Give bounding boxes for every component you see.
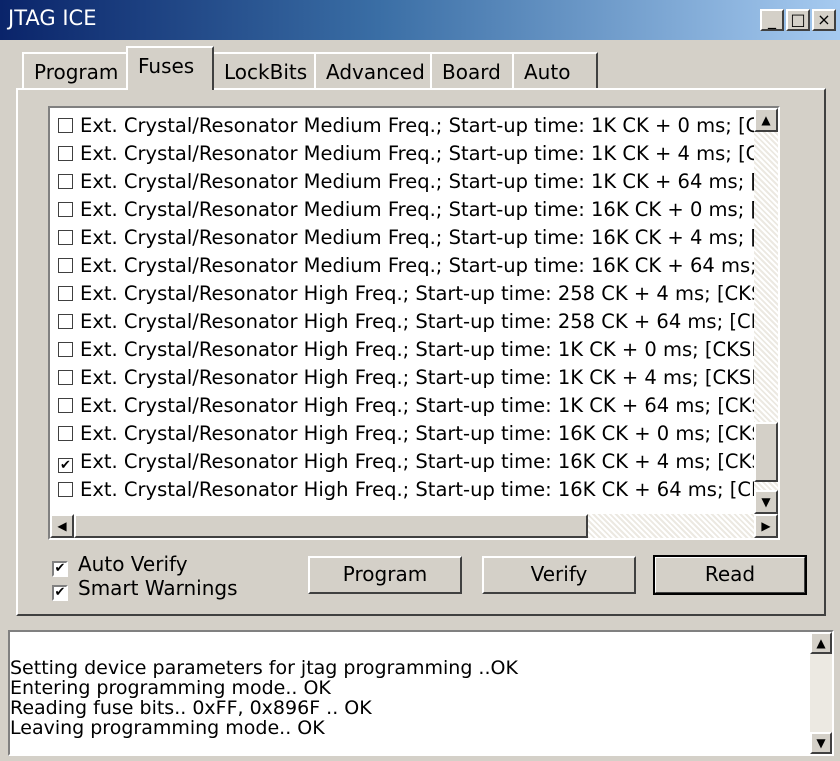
log-line: Entering programming mode.. OK <box>10 677 331 699</box>
fuse-checkbox[interactable] <box>58 314 73 329</box>
fuse-list-item[interactable]: Ext. Crystal/Resonator Medium Freq.; Sta… <box>58 168 758 196</box>
smart-warnings-option[interactable]: ✔ Smart Warnings <box>52 576 238 601</box>
vertical-scroll-thumb[interactable] <box>754 422 778 482</box>
fuse-checkbox[interactable] <box>58 426 73 441</box>
fuse-checkbox[interactable] <box>58 398 73 413</box>
verify-button[interactable]: Verify <box>482 556 636 594</box>
fuse-checkbox[interactable] <box>58 342 73 357</box>
fuse-list-item[interactable]: Ext. Crystal/Resonator High Freq.; Start… <box>58 308 763 336</box>
fuse-label: Ext. Crystal/Resonator Medium Freq.; Sta… <box>80 170 759 193</box>
fuse-checkbox[interactable] <box>58 482 73 497</box>
auto-verify-checkbox[interactable]: ✔ <box>52 561 68 577</box>
fuse-label: Ext. Crystal/Resonator Medium Freq.; Sta… <box>80 142 760 165</box>
tab-label: Board <box>442 60 501 84</box>
jtag-ice-window: JTAG ICE _ □ × Program Fuses LockBits Ad… <box>0 0 840 761</box>
fuse-label: Ext. Crystal/Resonator High Freq.; Start… <box>80 338 764 361</box>
tab-advanced[interactable]: Advanced <box>314 52 432 88</box>
fuse-list[interactable]: Ext. Crystal/Resonator Medium Freq.; Sta… <box>48 106 780 540</box>
read-button[interactable]: Read <box>653 555 807 595</box>
scroll-left-arrow-icon[interactable]: ◀ <box>50 514 74 538</box>
fuse-checkbox[interactable] <box>58 174 73 189</box>
title-bar[interactable]: JTAG ICE _ □ × <box>0 0 840 40</box>
fuse-list-item[interactable]: ✔ Ext. Crystal/Resonator High Freq.; Star… <box>58 448 764 476</box>
tab-label: Fuses <box>138 54 195 78</box>
fuse-label: Ext. Crystal/Resonator Medium Freq.; Sta… <box>80 114 760 137</box>
horizontal-scroll-thumb[interactable] <box>74 514 588 538</box>
fuse-checkbox[interactable] <box>58 258 73 273</box>
fuse-checkbox[interactable] <box>58 118 73 133</box>
fuse-label: Ext. Crystal/Resonator Medium Freq.; Sta… <box>80 198 759 221</box>
tab-lockbits[interactable]: LockBits <box>212 52 316 88</box>
fuse-checkbox[interactable] <box>58 202 73 217</box>
log-vertical-scrollbar[interactable]: ▲ ▼ <box>810 632 832 754</box>
tab-auto[interactable]: Auto <box>512 52 598 88</box>
fuse-label: Ext. Crystal/Resonator Medium Freq.; Sta… <box>80 254 757 277</box>
fuse-label: Ext. Crystal/Resonator High Freq.; Start… <box>80 478 764 501</box>
fuse-checkbox[interactable] <box>58 286 73 301</box>
scroll-up-arrow-icon[interactable]: ▲ <box>754 108 778 132</box>
scroll-down-arrow-icon[interactable]: ▼ <box>754 490 778 514</box>
auto-verify-option[interactable]: ✔ Auto Verify <box>52 552 188 577</box>
fuse-list-item[interactable]: Ext. Crystal/Resonator High Freq.; Start… <box>58 280 763 308</box>
tab-label: Auto <box>524 60 571 84</box>
auto-verify-label: Auto Verify <box>78 552 188 576</box>
tab-label: Program <box>34 60 119 84</box>
fuse-list-item[interactable]: Ext. Crystal/Resonator High Freq.; Start… <box>58 336 764 364</box>
fuse-list-item[interactable]: Ext. Crystal/Resonator High Freq.; Start… <box>58 420 764 448</box>
fuse-list-item[interactable]: Ext. Crystal/Resonator High Freq.; Start… <box>58 476 764 504</box>
fuse-label: Ext. Crystal/Resonator High Freq.; Start… <box>80 282 764 305</box>
fuse-list-item[interactable]: Ext. Crystal/Resonator High Freq.; Start… <box>58 364 764 392</box>
log-line: Setting device parameters for jtag progr… <box>10 657 518 679</box>
fuse-checkbox[interactable]: ✔ <box>58 458 73 473</box>
fuse-list-item[interactable]: Ext. Crystal/Resonator Medium Freq.; Sta… <box>58 112 759 140</box>
log-line: Reading fuse bits.. 0xFF, 0x896F .. OK <box>10 697 372 719</box>
scroll-right-arrow-icon[interactable]: ▶ <box>754 514 778 538</box>
log-scroll-down-arrow-icon[interactable]: ▼ <box>810 732 832 754</box>
tab-program[interactable]: Program <box>22 52 128 88</box>
fuse-list-item[interactable]: Ext. Crystal/Resonator Medium Freq.; Sta… <box>58 224 758 252</box>
program-button[interactable]: Program <box>308 556 462 594</box>
fuse-list-item[interactable]: Ext. Crystal/Resonator Medium Freq.; Sta… <box>58 140 759 168</box>
smart-warnings-label: Smart Warnings <box>78 576 238 600</box>
fuse-list-item[interactable]: Ext. Crystal/Resonator Medium Freq.; Sta… <box>58 196 758 224</box>
tab-label: Advanced <box>326 60 425 84</box>
fuse-label: Ext. Crystal/Resonator High Freq.; Start… <box>80 422 764 445</box>
fuse-label: Ext. Crystal/Resonator High Freq.; Start… <box>80 450 764 473</box>
fuse-checkbox[interactable] <box>58 370 73 385</box>
tab-fuses[interactable]: Fuses <box>126 46 214 90</box>
window-title: JTAG ICE <box>8 6 97 30</box>
fuse-label: Ext. Crystal/Resonator High Freq.; Start… <box>80 366 764 389</box>
log-output[interactable]: Setting device parameters for jtag progr… <box>8 630 834 756</box>
fuse-label: Ext. Crystal/Resonator Medium Freq.; Sta… <box>80 226 759 249</box>
tab-board[interactable]: Board <box>430 52 514 88</box>
maximize-button[interactable]: □ <box>786 9 810 31</box>
close-button[interactable]: × <box>812 9 836 31</box>
fuse-label: Ext. Crystal/Resonator High Freq.; Start… <box>80 394 764 417</box>
fuse-list-item[interactable]: Ext. Crystal/Resonator Medium Freq.; Sta… <box>58 252 757 280</box>
smart-warnings-checkbox[interactable]: ✔ <box>52 585 68 601</box>
fuse-label: Ext. Crystal/Resonator High Freq.; Start… <box>80 310 764 333</box>
fuse-checkbox[interactable] <box>58 146 73 161</box>
tab-label: LockBits <box>224 60 308 84</box>
log-scroll-up-arrow-icon[interactable]: ▲ <box>810 632 832 654</box>
horizontal-scrollbar[interactable]: ◀ ▶ <box>50 514 778 538</box>
log-line: Leaving programming mode.. OK <box>10 717 325 739</box>
minimize-button[interactable]: _ <box>760 9 784 31</box>
fuse-list-item[interactable]: Ext. Crystal/Resonator High Freq.; Start… <box>58 392 764 420</box>
vertical-scrollbar[interactable]: ▲ ▼ <box>754 108 778 514</box>
fuse-checkbox[interactable] <box>58 230 73 245</box>
